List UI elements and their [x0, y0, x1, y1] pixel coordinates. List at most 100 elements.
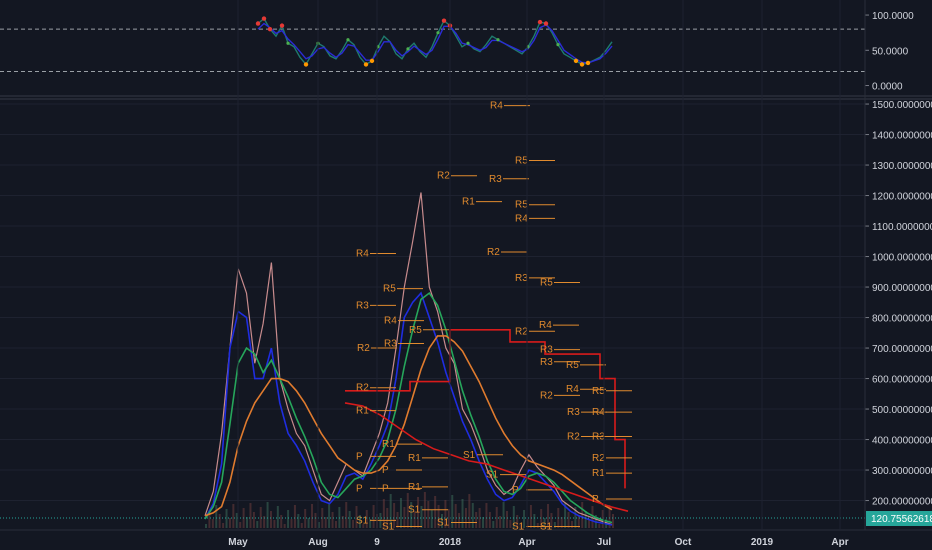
pivot-label: R1	[382, 439, 395, 450]
x-tick-label: Oct	[675, 537, 692, 548]
volume-bar	[232, 504, 235, 528]
osc-oversold-marker	[573, 58, 579, 64]
osc-overbought-marker	[543, 21, 549, 26]
volume-bar	[246, 517, 249, 528]
pivot-label: R5	[515, 155, 528, 166]
volume-bar	[235, 513, 238, 528]
osc-y-tick-label: 50.0000	[872, 46, 909, 57]
osc-oversold-marker	[303, 62, 309, 67]
price-y-tick-label: 600.00000000	[872, 375, 932, 386]
osc-overbought-marker	[279, 23, 285, 28]
volume-bar	[334, 521, 337, 528]
pivot-label: R5	[566, 360, 579, 371]
volume-bar	[331, 512, 334, 528]
pivot-label: R2	[356, 383, 369, 394]
price-y-tick-label: 1000.00000000	[872, 253, 932, 264]
volume-bar	[215, 505, 218, 528]
oscillator-panel: 100.0000 50.0000 0.0000	[0, 11, 914, 93]
pivot-label: R4	[490, 101, 503, 112]
x-tick-label: 2019	[751, 537, 774, 548]
osc-signal-marker	[496, 38, 500, 42]
x-axis: May Aug 9 2018 Apr Jul Oct 2019 Apr	[228, 0, 849, 548]
osc-overbought-marker	[537, 19, 543, 25]
x-tick-label: 2018	[439, 537, 462, 548]
price-y-tick-label: 400.00000000	[872, 436, 932, 447]
volume-bar	[293, 505, 296, 528]
last-price-tag: 120.75562618	[866, 511, 932, 526]
pivot-label: R5	[515, 200, 528, 211]
volume-bar	[283, 524, 286, 528]
volume-bar	[430, 510, 433, 528]
pivot-label: S1	[486, 470, 499, 481]
osc-signal-marker	[556, 43, 560, 47]
volume-bar	[451, 495, 454, 528]
pivot-label: P	[382, 483, 389, 494]
osc-overbought-marker	[261, 16, 267, 21]
volume-bar	[290, 519, 293, 528]
volume-bar	[249, 503, 252, 528]
volume-bar	[399, 498, 402, 528]
pivot-label: R3	[489, 174, 502, 185]
osc-signal-marker	[466, 41, 470, 45]
pivot-label: R4	[356, 249, 369, 260]
volume-bar	[471, 503, 474, 528]
pivot-label: R1	[592, 468, 605, 479]
chart-canvas: 100.0000 50.0000 0.0000 1500.00000000 1400.…	[0, 0, 932, 548]
volume-bar	[612, 514, 614, 528]
chart-root: 100.0000 50.0000 0.0000 1500.00000000 1400.…	[0, 0, 932, 550]
pivot-label: R3	[515, 273, 528, 284]
pivot-label: R5	[409, 325, 422, 336]
osc-oversold-marker	[369, 58, 375, 64]
osc-y-tick-label: 0.0000	[872, 82, 903, 93]
volume-bar	[307, 518, 310, 528]
volume-bar	[348, 511, 351, 528]
pivot-label: R4	[539, 320, 552, 331]
volume-bar	[218, 514, 221, 528]
pivot-label: S1	[512, 521, 525, 532]
price-y-tick-label: 200.00000000	[872, 497, 932, 508]
pivot-label: R5	[592, 386, 605, 397]
pivot-label: P	[512, 485, 519, 496]
volume-bar	[280, 515, 283, 528]
pivot-label: R5	[540, 277, 553, 288]
pivot-label: R3	[540, 357, 553, 368]
volume-bar	[228, 518, 231, 528]
volume-bar	[488, 512, 491, 528]
price-y-tick-label: 1400.00000000	[872, 131, 932, 142]
pivot-label: S1	[437, 518, 450, 529]
pivot-label: P	[592, 494, 599, 505]
volume-bar	[482, 517, 485, 528]
price-y-tick-label: 300.00000000	[872, 466, 932, 477]
volume-bar	[372, 505, 375, 528]
pivot-label: S1	[463, 450, 476, 461]
volume-bar	[529, 505, 532, 528]
price-y-tick-label: 1300.00000000	[872, 161, 932, 172]
x-tick-label: 9	[374, 537, 380, 548]
pivot-label: S1	[540, 521, 553, 532]
x-tick-label: Jul	[597, 537, 612, 548]
price-y-tick-label: 1200.00000000	[872, 192, 932, 203]
pivot-label: R4	[566, 384, 579, 395]
volume-bar	[553, 522, 556, 528]
pivot-label: R1	[408, 453, 421, 464]
volume-bar	[239, 522, 242, 528]
price-y-tick-label: 1100.00000000	[872, 222, 932, 233]
volume-bar	[581, 502, 584, 528]
osc-oversold-marker	[585, 60, 591, 66]
price-y-tick-label: 700.00000000	[872, 344, 932, 355]
pivot-label: S1	[408, 505, 421, 516]
volume-bar	[222, 523, 225, 528]
pivot-label: R2	[515, 326, 528, 337]
pivot-label: P	[382, 465, 389, 476]
volume-bar	[505, 511, 508, 528]
volume-bar	[328, 503, 331, 528]
price-panel: 1500.00000000 1400.00000000 1300.00000000 1…	[0, 100, 932, 532]
pivot-label: S1	[356, 515, 369, 526]
volume-bar	[396, 512, 399, 528]
pivot-label: R3	[356, 300, 369, 311]
pivot-label: R1	[462, 197, 475, 208]
volume-bar	[588, 520, 591, 528]
pivot-label: R5	[383, 284, 396, 295]
osc-oversold-marker	[579, 62, 585, 67]
osc-overbought-marker	[255, 21, 261, 26]
